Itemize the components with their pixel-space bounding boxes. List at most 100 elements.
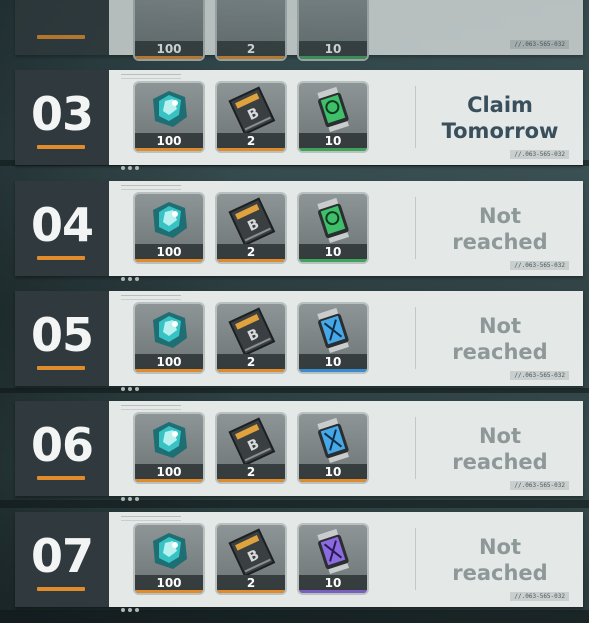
rarity-bar	[217, 369, 285, 372]
rarity-bar	[299, 590, 367, 593]
quantity-label: 10	[299, 244, 367, 262]
background-beam	[0, 500, 589, 508]
rarity-bar	[217, 590, 285, 593]
reward-row-day-05[interactable]: 05 100 B 2 10 Not reached //.063-565-032	[15, 291, 583, 391]
reward-item[interactable]: B 2	[217, 194, 285, 262]
reward-item[interactable]: 10	[299, 83, 367, 151]
reward-item-crystal[interactable]: 100	[135, 0, 203, 59]
day-box	[15, 0, 109, 55]
day-number: 03	[30, 87, 94, 141]
reward-item[interactable]: 100	[135, 83, 203, 151]
quantity-label: 100	[135, 575, 203, 593]
reward-item[interactable]: B 2	[217, 414, 285, 482]
day-number: 07	[30, 529, 94, 583]
rarity-bar	[135, 479, 203, 482]
quantity-label: 100	[135, 464, 203, 482]
row-code: //.063-565-032	[510, 371, 569, 380]
reward-row-day-03[interactable]: 03 100 B 2 10 Claim Tomorrow //.063-565-…	[15, 70, 583, 170]
row-code: //.063-565-032	[510, 481, 569, 490]
rarity-bar	[135, 590, 203, 593]
background-beam	[0, 388, 589, 393]
reward-item[interactable]: 10	[299, 414, 367, 482]
reward-item-ticket[interactable]: 2	[217, 0, 285, 59]
day-accent-bar	[37, 366, 85, 370]
rarity-bar	[217, 479, 285, 482]
rarity-bar	[217, 259, 285, 262]
reward-item[interactable]: 100	[135, 414, 203, 482]
crystal-icon	[135, 83, 203, 133]
reward-row-day-07[interactable]: 07 100 B 2 10 Not reached //.063-565-032	[15, 512, 583, 612]
ticket-icon: B	[217, 525, 285, 578]
row-code: //.063-565-032	[510, 40, 569, 49]
row-code: //.063-565-032	[510, 592, 569, 601]
reward-item[interactable]: B 2	[217, 83, 285, 151]
day-accent-bar	[37, 476, 85, 480]
divider	[415, 528, 416, 590]
ticket-icon: B	[217, 83, 285, 136]
reward-row-day-06[interactable]: 06 100 B 2 10 Not reached //.063-565-032	[15, 401, 583, 501]
decorative-text-line	[121, 185, 181, 190]
canister-green-icon	[299, 194, 367, 244]
decorative-dots	[121, 597, 143, 612]
crystal-icon	[135, 304, 203, 354]
crystal-icon	[135, 194, 203, 244]
day-box: 04	[15, 181, 109, 276]
quantity-label: 10	[299, 354, 367, 372]
quantity-label: 2	[217, 244, 285, 262]
day-box: 07	[15, 512, 109, 607]
quantity-label: 2	[217, 133, 285, 151]
day-box: 06	[15, 401, 109, 496]
divider	[415, 307, 416, 369]
reward-item-canister[interactable]: 10	[299, 0, 367, 59]
row-code: //.063-565-032	[510, 150, 569, 159]
rarity-bar	[299, 479, 367, 482]
decorative-text-line	[121, 516, 181, 521]
canister-blue-icon	[299, 304, 367, 354]
decorative-text-line	[121, 74, 181, 79]
reward-item[interactable]: B 2	[217, 525, 285, 593]
day-number: 05	[30, 308, 94, 362]
divider	[415, 86, 416, 148]
day-accent-bar	[37, 145, 85, 149]
crystal-icon	[135, 525, 203, 575]
row-code: //.063-565-032	[510, 261, 569, 270]
quantity-label: 2	[217, 354, 285, 372]
reward-item[interactable]: 100	[135, 525, 203, 593]
day-box: 03	[15, 70, 109, 165]
rarity-bar	[135, 148, 203, 151]
quantity-label: 100	[135, 41, 203, 59]
canister-green-icon	[299, 83, 367, 133]
quantity-label: 2	[217, 41, 285, 59]
quantity-label: 10	[299, 575, 367, 593]
quantity-label: 2	[217, 575, 285, 593]
canister-purple-icon	[299, 525, 367, 575]
quantity-label: 2	[217, 464, 285, 482]
rarity-bar	[299, 259, 367, 262]
reward-item[interactable]: 100	[135, 304, 203, 372]
decorative-dots	[121, 155, 143, 170]
rarity-bar	[135, 369, 203, 372]
reward-item[interactable]: 100	[135, 194, 203, 262]
ticket-icon: B	[217, 414, 285, 467]
reward-item[interactable]: 10	[299, 525, 367, 593]
decorative-dots	[121, 376, 143, 391]
rarity-bar	[135, 259, 203, 262]
day-accent-bar	[37, 35, 85, 39]
ticket-icon: B	[217, 194, 285, 247]
crystal-icon	[135, 414, 203, 464]
canister-blue-icon	[299, 414, 367, 464]
day-box: 05	[15, 291, 109, 386]
day-accent-bar	[37, 256, 85, 260]
reward-item[interactable]: B 2	[217, 304, 285, 372]
reward-item[interactable]: 10	[299, 304, 367, 372]
reward-row-day-04[interactable]: 04 100 B 2 10 Not reached //.063-565-032	[15, 181, 583, 281]
decorative-text-line	[121, 295, 181, 300]
divider	[415, 197, 416, 259]
quantity-label: 100	[135, 244, 203, 262]
quantity-label: 10	[299, 41, 367, 59]
day-number: 04	[30, 198, 94, 252]
quantity-label: 10	[299, 464, 367, 482]
reward-item[interactable]: 10	[299, 194, 367, 262]
rarity-bar	[299, 369, 367, 372]
quantity-label: 100	[135, 133, 203, 151]
